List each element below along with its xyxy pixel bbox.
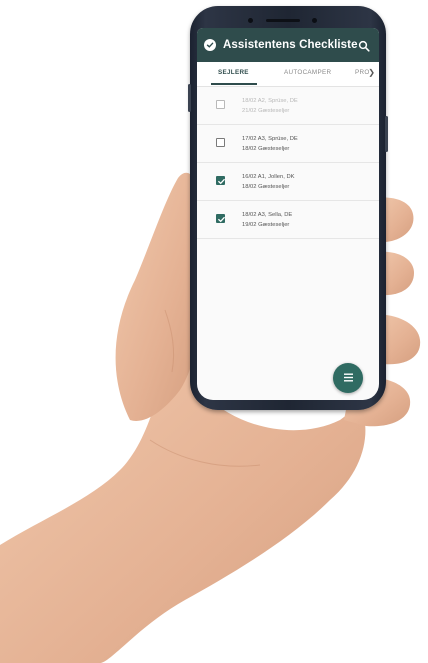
list-item[interactable]: 18/02 A3, Sella, DE 19/02 Gæsteseljer — [197, 201, 379, 239]
list-item-line2: 18/02 Gæsteseljer — [242, 146, 290, 152]
list-item-line1: 18/02 A2, Sprüse, DE — [242, 98, 298, 104]
phone-side-button — [188, 84, 191, 112]
checkbox-checked[interactable] — [216, 214, 225, 223]
list-item-text: 18/02 A3, Sella, DE 19/02 Gæsteseljer — [242, 210, 292, 230]
checkbox[interactable] — [216, 138, 225, 147]
menu-fab-button[interactable] — [333, 363, 363, 393]
phone-speaker — [266, 19, 300, 22]
app-bar: Assistentens Checkliste — [197, 28, 379, 62]
app-title: Assistentens Checkliste — [223, 39, 358, 51]
menu-icon — [343, 369, 354, 387]
list-item[interactable]: 16/02 A1, Jollen, DK 18/02 Gæsteseljer — [197, 163, 379, 201]
check-circle-icon — [204, 39, 216, 51]
list-item-line2: 18/02 Gæsteseljer — [242, 184, 290, 190]
list-item[interactable]: 17/02 A3, Sprüse, DE 18/02 Gæsteseljer — [197, 125, 379, 163]
phone-sensor — [312, 18, 317, 23]
list-item-text: 18/02 A2, Sprüse, DE 21/02 Gæsteseljer — [242, 96, 298, 116]
phone-screen: Assistentens Checkliste SEJLERE AUTOCAMP… — [197, 28, 379, 400]
list-item-line2: 21/02 Gæsteseljer — [242, 108, 290, 114]
list-item-line1: 17/02 A3, Sprüse, DE — [242, 136, 298, 142]
list-item-text: 16/02 A1, Jollen, DK 18/02 Gæsteseljer — [242, 172, 295, 192]
checkbox[interactable] — [216, 100, 225, 109]
tab-autocamper[interactable]: AUTOCAMPER — [284, 69, 331, 76]
checkbox-checked[interactable] — [216, 176, 225, 185]
list-item-line1: 18/02 A3, Sella, DE — [242, 212, 293, 218]
phone-side-button — [385, 116, 388, 152]
phone-device: Assistentens Checkliste SEJLERE AUTOCAMP… — [188, 6, 388, 410]
list-item-line2: 19/02 Gæsteseljer — [242, 222, 290, 228]
search-icon[interactable] — [358, 39, 370, 52]
chevron-right-icon[interactable]: ❯ — [368, 68, 375, 77]
tab-bar: SEJLERE AUTOCAMPER PRO ❯ — [197, 62, 379, 87]
list-item-text: 17/02 A3, Sprüse, DE 18/02 Gæsteseljer — [242, 134, 298, 154]
checklist: 18/02 A2, Sprüse, DE 21/02 Gæsteseljer 1… — [197, 87, 379, 239]
list-item[interactable]: 18/02 A2, Sprüse, DE 21/02 Gæsteseljer — [197, 87, 379, 125]
tab-active-indicator — [211, 83, 257, 85]
phone-camera — [248, 18, 253, 23]
tab-sejlere[interactable]: SEJLERE — [218, 69, 249, 76]
list-item-line1: 16/02 A1, Jollen, DK — [242, 174, 295, 180]
